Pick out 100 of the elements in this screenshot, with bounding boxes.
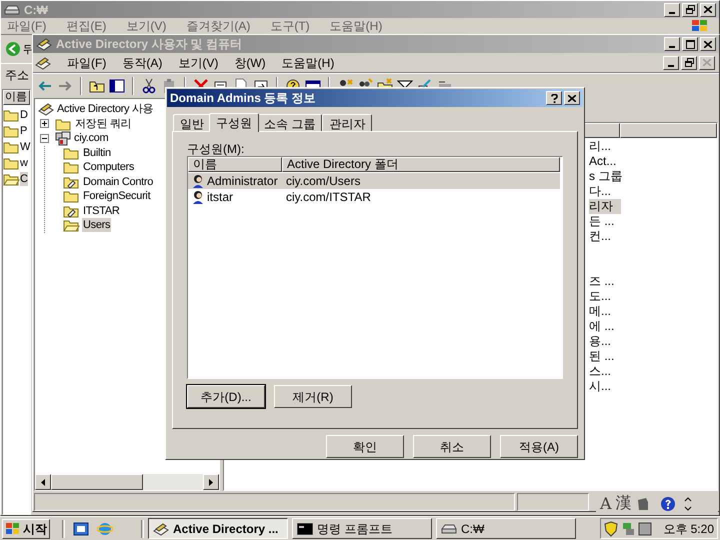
- file-item[interactable]: D: [20, 108, 28, 122]
- list-item[interactable]: s 그룹: [589, 169, 621, 184]
- menu-item[interactable]: 도움말(H): [330, 17, 382, 35]
- file-item[interactable]: W: [20, 140, 30, 154]
- collapse-button[interactable]: [40, 134, 49, 143]
- list-item[interactable]: 에 ...: [589, 319, 621, 334]
- folder-icon: [3, 124, 20, 138]
- start-button[interactable]: 시작: [2, 518, 50, 538]
- close-button[interactable]: [700, 2, 716, 16]
- status-bar-pane: [517, 493, 589, 511]
- task-button[interactable]: C:₩: [436, 518, 576, 539]
- menu-item[interactable]: 편집(E): [66, 17, 106, 35]
- console-icon: [297, 522, 313, 534]
- dialog-button[interactable]: 확인: [326, 435, 404, 458]
- list-item[interactable]: 든 ...: [589, 214, 621, 229]
- task-button[interactable]: Active Directory ...: [148, 518, 288, 539]
- menu-item[interactable]: 파일(F): [7, 17, 46, 35]
- list-item[interactable]: Act...: [589, 154, 621, 169]
- right-arrow-icon: [209, 478, 213, 486]
- scroll-left-button[interactable]: [35, 474, 51, 490]
- menu-item[interactable]: 파일(F): [67, 54, 106, 72]
- menu-item[interactable]: 창(W): [234, 54, 266, 72]
- tree-item[interactable]: ITSTAR: [82, 204, 120, 218]
- menu-item[interactable]: 보기(V): [126, 17, 166, 35]
- minimize-button[interactable]: [664, 2, 680, 16]
- minimize-button[interactable]: [663, 56, 679, 70]
- panel-toggle-icon[interactable]: [109, 78, 125, 94]
- restore-button[interactable]: [682, 2, 698, 16]
- monitor-icon[interactable]: [638, 522, 652, 536]
- close-icon: [704, 6, 712, 13]
- tab[interactable]: 구성원: [209, 113, 259, 132]
- remove-button[interactable]: 제거(R): [274, 385, 352, 408]
- close-icon: [703, 59, 711, 66]
- scroll-right-button[interactable]: [203, 474, 219, 490]
- file-item[interactable]: P: [20, 124, 28, 138]
- list-item[interactable]: 된 ...: [589, 349, 621, 364]
- snapin-icon: [153, 522, 169, 536]
- folder-icon: [3, 108, 20, 122]
- desktop-icon[interactable]: [73, 520, 89, 536]
- list-item[interactable]: 용...: [589, 334, 621, 349]
- scrollbar-thumb[interactable]: [51, 474, 143, 490]
- menu-item[interactable]: 즐겨찾기(A): [186, 17, 250, 35]
- list-item[interactable]: 리자: [589, 199, 621, 214]
- column-header[interactable]: [620, 123, 717, 138]
- add-button[interactable]: 추가(D)...: [187, 385, 265, 408]
- member-row[interactable]: itstar ciy.com/ITSTAR: [188, 189, 560, 205]
- menu-item[interactable]: 보기(V): [178, 54, 218, 72]
- file-item[interactable]: w: [20, 156, 28, 170]
- folder-icon: [63, 146, 80, 160]
- folder-icon: [3, 156, 20, 170]
- close-button[interactable]: [564, 91, 580, 105]
- expand-button[interactable]: [40, 119, 49, 128]
- member-row[interactable]: Administrator ciy.com/Users: [188, 173, 560, 189]
- tab[interactable]: 일반: [173, 114, 211, 131]
- list-item[interactable]: 다...: [589, 184, 621, 199]
- tree-item[interactable]: Computers: [82, 160, 136, 174]
- dialog-button[interactable]: 취소: [413, 435, 491, 458]
- snapin-icon: [36, 37, 52, 51]
- help-button[interactable]: [546, 91, 562, 105]
- hanja-button[interactable]: 漢: [616, 495, 632, 513]
- tab[interactable]: 관리자: [322, 114, 372, 131]
- menu-item[interactable]: 동작(A): [122, 54, 162, 72]
- menu-item[interactable]: 도움말(H): [282, 54, 334, 72]
- minus-icon: [42, 136, 47, 141]
- close-button[interactable]: [699, 56, 715, 70]
- menu-item[interactable]: 도구(T): [270, 17, 310, 35]
- tree-item[interactable]: Users: [82, 218, 112, 232]
- task-button[interactable]: 명령 프롬프트: [292, 518, 432, 539]
- list-item[interactable]: 도...: [589, 289, 621, 304]
- minimize-button[interactable]: [664, 37, 680, 51]
- folder-icon: [63, 189, 80, 204]
- column-header[interactable]: 이름: [3, 90, 30, 105]
- list-item[interactable]: 스...: [589, 364, 621, 379]
- scissors-icon[interactable]: [141, 78, 157, 94]
- tree-item[interactable]: 저장된 쿼리: [74, 116, 132, 131]
- tree-item[interactable]: ciy.com: [73, 131, 110, 146]
- list-item[interactable]: 즈 ...: [589, 274, 621, 289]
- list-item[interactable]: 메...: [589, 304, 621, 319]
- close-button[interactable]: [700, 37, 716, 51]
- restore-button[interactable]: [681, 56, 697, 70]
- shield-icon[interactable]: [604, 520, 618, 536]
- tree-item[interactable]: Active Directory 사용: [56, 102, 154, 116]
- dialog-button[interactable]: 적용(A): [500, 435, 578, 458]
- list-item[interactable]: 리...: [589, 139, 621, 154]
- options-icon[interactable]: [684, 497, 692, 511]
- file-item[interactable]: C: [20, 172, 28, 186]
- maximize-button[interactable]: [682, 37, 698, 51]
- input-mode-button[interactable]: A: [600, 495, 612, 513]
- tree-item[interactable]: Builtin: [82, 146, 112, 160]
- help-icon[interactable]: [660, 496, 676, 512]
- column-header[interactable]: 이름: [188, 157, 282, 172]
- window-title: Active Directory 사용자 및 컴퓨터: [56, 36, 242, 53]
- list-item[interactable]: 컨...: [589, 229, 621, 244]
- tab[interactable]: 소속 그룹: [257, 114, 322, 131]
- list-item[interactable]: 시...: [589, 379, 621, 394]
- org-unit-folder-icon: [63, 204, 80, 218]
- tree-item[interactable]: ForeignSecurit: [82, 189, 152, 204]
- window-title: C:₩: [24, 2, 48, 18]
- column-header[interactable]: Active Directory 폴더: [282, 157, 560, 172]
- tree-item[interactable]: Domain Contro: [82, 174, 154, 189]
